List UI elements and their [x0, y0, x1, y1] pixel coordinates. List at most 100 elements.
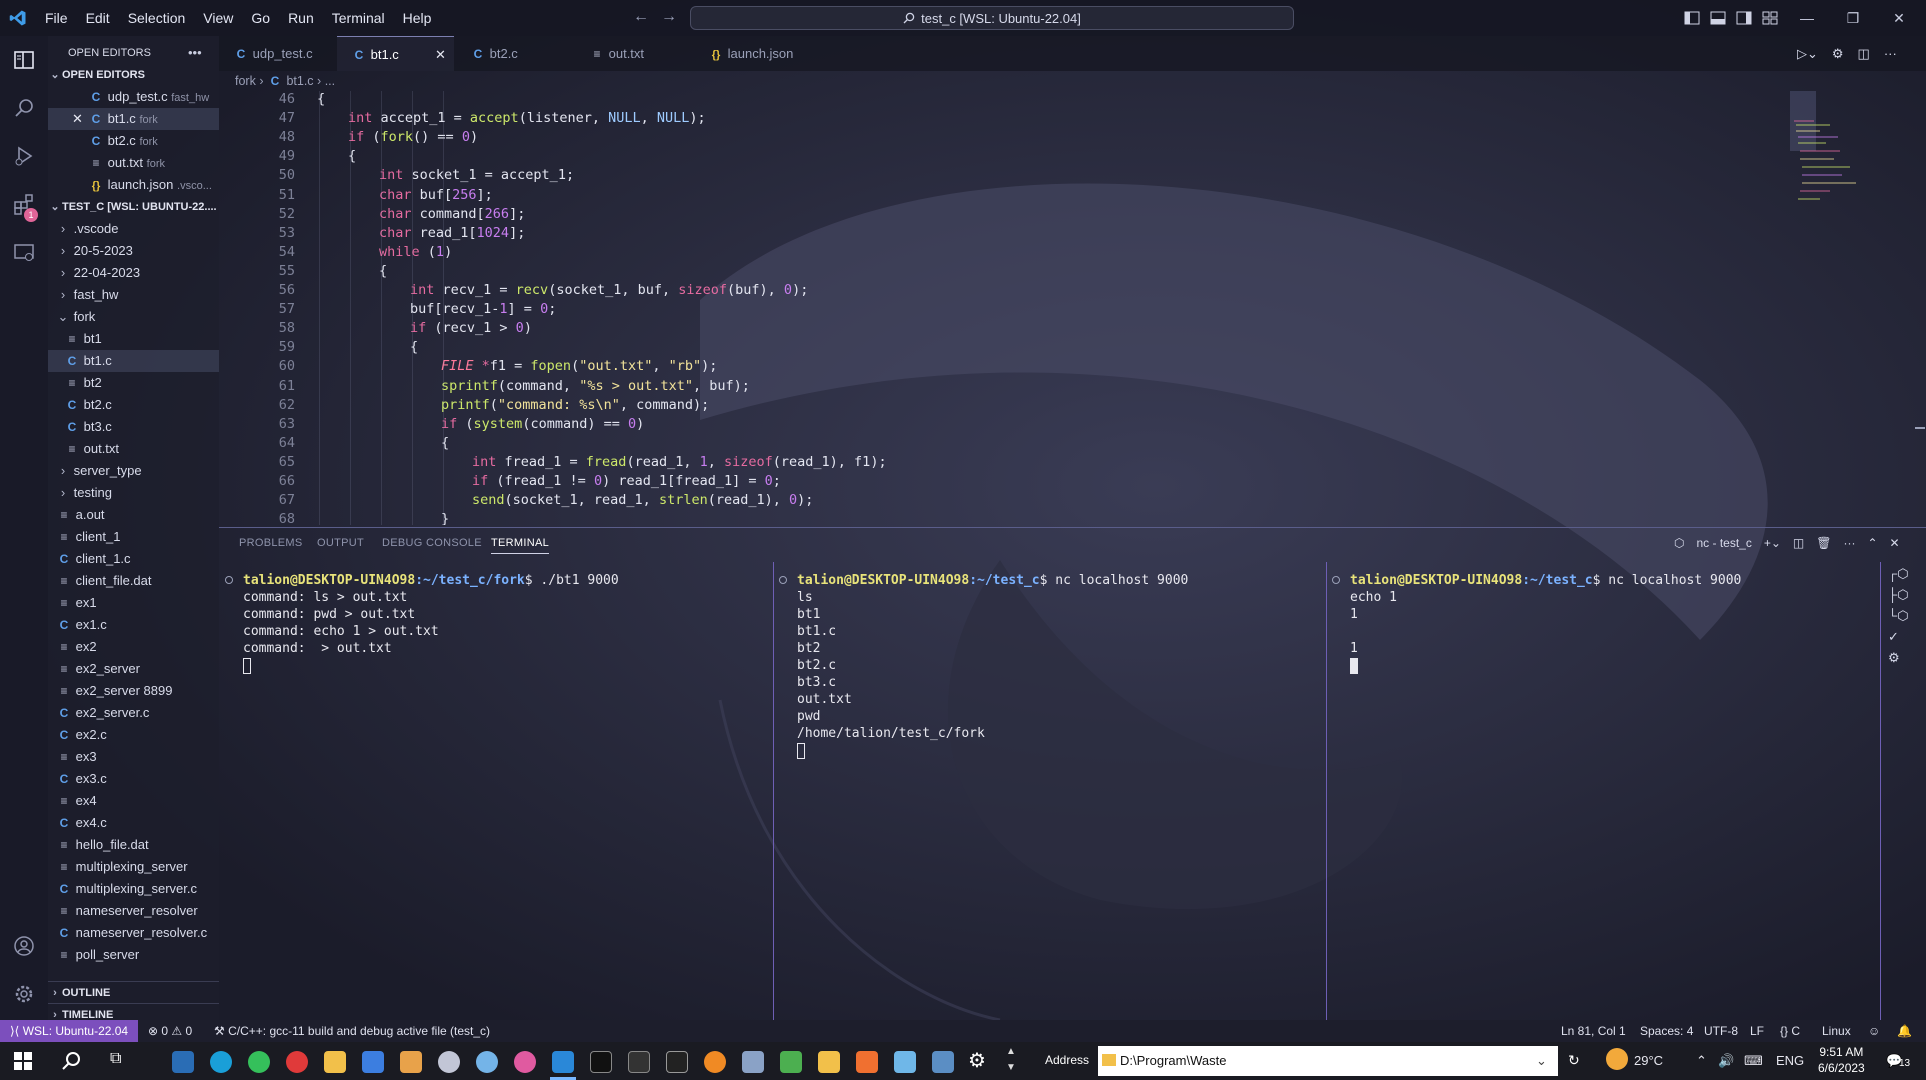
notifications-bell-icon[interactable]: 🔔	[1897, 1020, 1912, 1042]
app-icon[interactable]	[514, 1051, 536, 1073]
command-decoration-icon[interactable]	[779, 576, 787, 584]
toggle-secondary-sidebar-icon[interactable]	[1736, 10, 1752, 26]
store-icon[interactable]	[362, 1051, 384, 1073]
task-view-icon[interactable]: ⧉	[110, 1050, 121, 1068]
tree-item[interactable]: C ex3.c	[48, 768, 219, 790]
app-icon[interactable]	[628, 1051, 650, 1073]
menu-terminal[interactable]: Terminal	[323, 0, 394, 36]
tab-bt2-c[interactable]: C bt2.c	[456, 36, 573, 71]
toggle-panel-icon[interactable]	[1710, 10, 1726, 26]
kill-terminal-icon[interactable]: 🗑	[1816, 536, 1831, 550]
tree-item[interactable]: ≡ ex2_server 8899	[48, 680, 219, 702]
tree-item[interactable]: ≡ ex3	[48, 746, 219, 768]
tray-chevron-icon[interactable]: ⌃	[1696, 1042, 1707, 1080]
address-toolbar-input[interactable]: D:\Program\Waste ⌄	[1098, 1046, 1558, 1076]
search-icon[interactable]	[62, 1051, 82, 1071]
open-editor-item[interactable]: ≡ out.txt fork	[48, 152, 219, 174]
more-actions-icon[interactable]: ···	[1843, 536, 1855, 550]
chrome-icon[interactable]	[248, 1051, 270, 1073]
tree-item[interactable]: ≡ out.txt	[48, 438, 219, 460]
tree-item[interactable]: › testing	[48, 482, 219, 504]
tab-debug-console[interactable]: DEBUG CONSOLE	[382, 537, 482, 549]
forward-arrow-icon[interactable]: →	[661, 8, 677, 26]
tab-problems[interactable]: PROBLEMS	[239, 537, 303, 549]
code-editor[interactable]: 46{47 int accept_1 = accept(listener, NUL…	[219, 91, 1799, 525]
workspace-header[interactable]: ⌄ TEST_C [WSL: UBUNTU-22....	[48, 196, 219, 218]
menu-selection[interactable]: Selection	[119, 0, 195, 36]
language-indicator[interactable]: ENG	[1776, 1042, 1804, 1080]
tree-item[interactable]: › 20-5-2023	[48, 240, 219, 262]
tree-item[interactable]: ≡ ex2_server	[48, 658, 219, 680]
clock[interactable]: 9:51 AM 6/6/2023	[1818, 1044, 1865, 1076]
run-play-icon[interactable]: ▷⌄	[1797, 46, 1818, 62]
tree-item[interactable]: ≡ ex1	[48, 592, 219, 614]
app-icon[interactable]	[894, 1051, 916, 1073]
tree-item[interactable]: ≡ bt1	[48, 328, 219, 350]
tab-output[interactable]: OUTPUT	[317, 537, 364, 549]
settings-gear-icon[interactable]: ⚙	[968, 1048, 986, 1073]
terminal-pane-3[interactable]: talion@DESKTOP-UIN4O98:~/test_c$ nc loca…	[1326, 572, 1880, 1020]
close-panel-icon[interactable]: ✕	[1890, 536, 1900, 550]
keyboard-icon[interactable]: ⌨	[1744, 1042, 1763, 1080]
tab-bt1-c[interactable]: C bt1.c ✕	[337, 36, 454, 71]
file-explorer-icon[interactable]	[324, 1051, 346, 1073]
tree-item[interactable]: ⌄ fork	[48, 306, 219, 328]
split-editor-icon[interactable]: ◫	[1858, 46, 1870, 62]
tree-item[interactable]: › fast_hw	[48, 284, 219, 306]
platform[interactable]: Linux	[1822, 1020, 1851, 1042]
tab-udp-test-c[interactable]: C udp_test.c	[219, 36, 334, 71]
edge-icon[interactable]	[210, 1051, 232, 1073]
tree-item[interactable]: › .vscode	[48, 218, 219, 240]
weather-temp[interactable]: 29°C	[1634, 1042, 1663, 1080]
xampp-icon[interactable]	[856, 1051, 878, 1073]
close-window-button[interactable]: ✕	[1876, 0, 1922, 36]
maximize-panel-icon[interactable]: ⌃	[1867, 536, 1877, 550]
tree-item[interactable]: › 22-04-2023	[48, 262, 219, 284]
menu-help[interactable]: Help	[394, 0, 441, 36]
back-arrow-icon[interactable]: ←	[633, 8, 649, 26]
windows-start-icon[interactable]	[14, 1052, 32, 1070]
tree-item[interactable]: C bt2.c	[48, 394, 219, 416]
more-actions-icon[interactable]: ···	[1884, 46, 1897, 62]
breadcrumb-symbol[interactable]: ...	[325, 74, 335, 88]
check-icon[interactable]: ✓	[1888, 629, 1909, 645]
remote-indicator[interactable]: ⟩⟨ WSL: Ubuntu-22.04	[0, 1020, 139, 1042]
menu-go[interactable]: Go	[242, 0, 279, 36]
tree-item[interactable]: ≡ ex4	[48, 790, 219, 812]
tree-item[interactable]: C bt3.c	[48, 416, 219, 438]
tree-item[interactable]: ≡ client_1	[48, 526, 219, 548]
vivaldi-icon[interactable]	[286, 1051, 308, 1073]
terminal-split-icon[interactable]: ├⬡	[1888, 587, 1909, 603]
indentation[interactable]: Spaces: 4	[1640, 1020, 1693, 1042]
open-editors-header[interactable]: ⌄ OPEN EDITORS	[48, 64, 219, 86]
explorer-icon[interactable]	[12, 48, 36, 72]
app-icon[interactable]	[742, 1051, 764, 1073]
calculator-icon[interactable]	[932, 1051, 954, 1073]
command-center-search[interactable]: test_c [WSL: Ubuntu-22.04]	[690, 6, 1294, 30]
tab-terminal[interactable]: TERMINAL	[491, 537, 550, 554]
tab-out-txt[interactable]: ≡ out.txt	[575, 36, 692, 71]
steam-icon[interactable]	[172, 1051, 194, 1073]
tree-item[interactable]: ≡ poll_server	[48, 944, 219, 966]
command-decoration-icon[interactable]	[225, 576, 233, 584]
scroll-arrows-icon[interactable]: ▲ ▼	[1006, 1044, 1016, 1076]
tree-item[interactable]: C ex2.c	[48, 724, 219, 746]
tree-item[interactable]: ≡ ex2	[48, 636, 219, 658]
vscode-taskbar-icon[interactable]	[552, 1051, 574, 1073]
restore-button[interactable]: ❐	[1830, 0, 1876, 36]
terminal-pane-2[interactable]: talion@DESKTOP-UIN4O98:~/test_c$ nc loca…	[773, 572, 1326, 1020]
tree-item[interactable]: ≡ hello_file.dat	[48, 834, 219, 856]
problems-indicator[interactable]: ⊗ 0 ⚠ 0	[148, 1020, 192, 1042]
menu-run[interactable]: Run	[279, 0, 323, 36]
terminal-app-icon[interactable]	[590, 1051, 612, 1073]
open-editor-item[interactable]: ✕ C bt1.c fork	[48, 108, 219, 130]
tree-item[interactable]: ≡ a.out	[48, 504, 219, 526]
terminal-label[interactable]: nc - test_c	[1696, 536, 1751, 550]
tree-item[interactable]: ≡ nameserver_resolver	[48, 900, 219, 922]
open-editor-item[interactable]: C bt2.c fork	[48, 130, 219, 152]
menu-file[interactable]: File	[36, 0, 77, 36]
run-debug-icon[interactable]	[12, 144, 36, 168]
tree-item[interactable]: C ex2_server.c	[48, 702, 219, 724]
new-terminal-icon[interactable]: +⌄	[1764, 536, 1781, 550]
terminal-split-icon[interactable]: └⬡	[1888, 608, 1909, 624]
